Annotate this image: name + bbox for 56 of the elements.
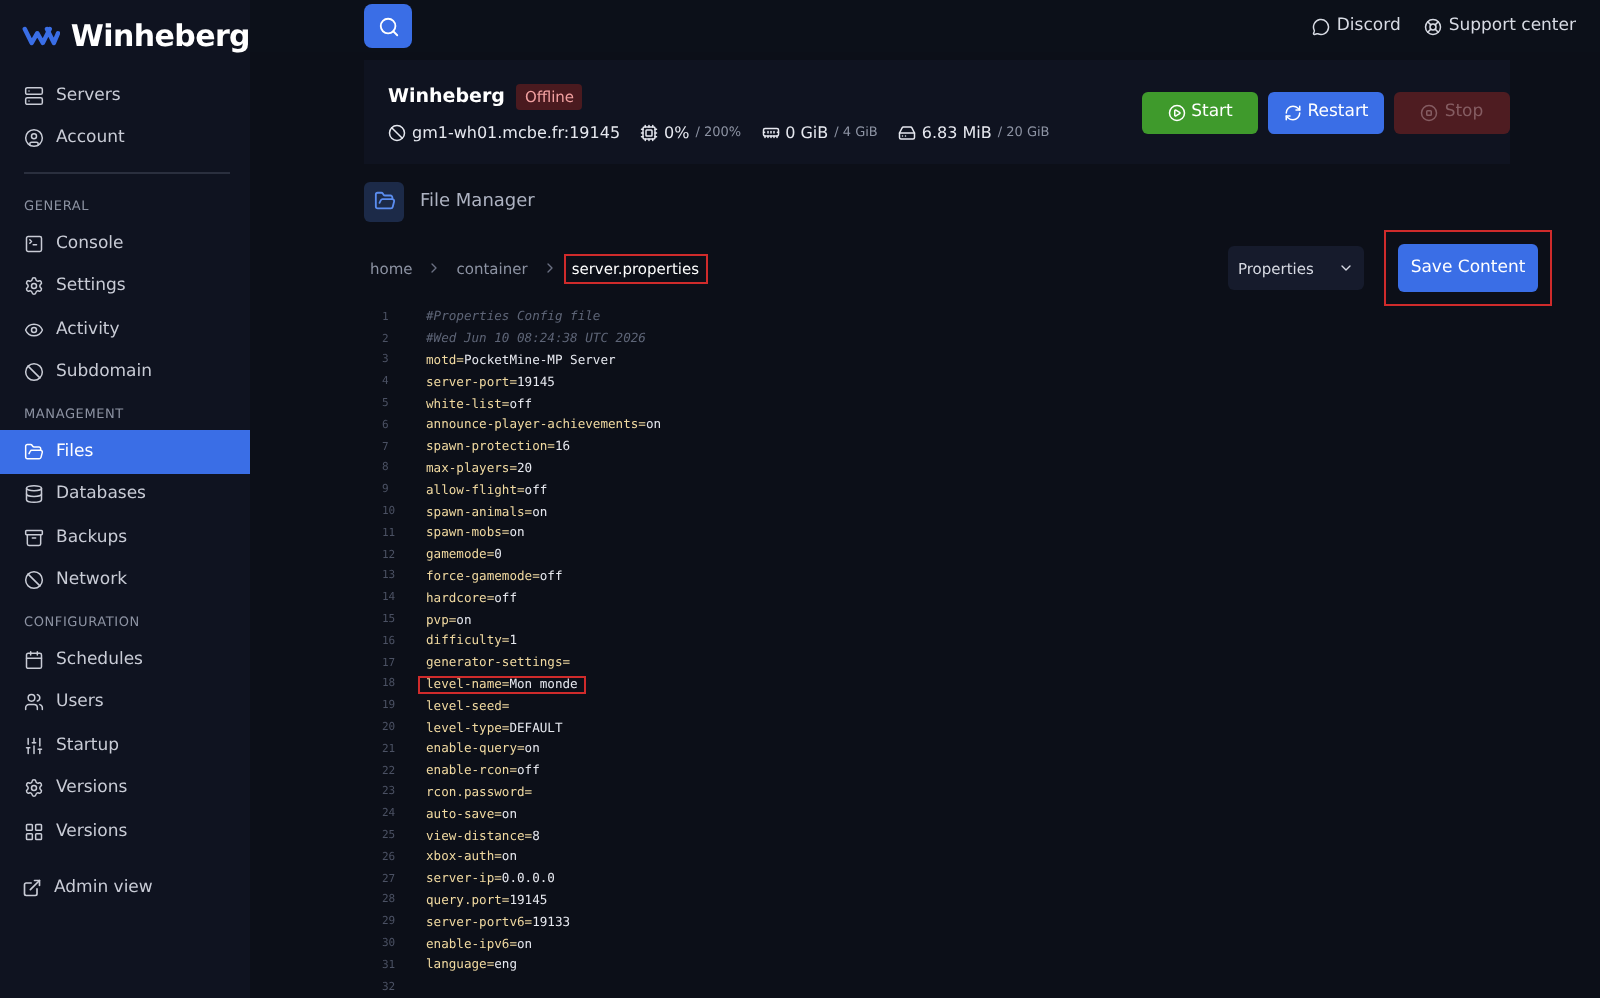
server-icon (24, 85, 44, 106)
restart-button[interactable]: Restart (1268, 91, 1384, 134)
lifebuoy-icon (1424, 17, 1443, 36)
user-circle-icon (24, 128, 44, 149)
sidebar-item[interactable]: Servers (0, 74, 250, 117)
section-title: File Manager (420, 191, 535, 212)
sidebar-item[interactable]: Settings (0, 265, 250, 308)
stat-value: 0 GiB (785, 123, 829, 142)
folder-icon (364, 181, 404, 222)
sliders-icon (24, 735, 44, 756)
search-icon (377, 15, 399, 38)
chat-icon (1312, 17, 1331, 36)
play-icon (1167, 103, 1186, 122)
sidebar-item[interactable]: Network (0, 559, 250, 602)
sidebar-item[interactable]: Backups (0, 516, 250, 559)
terminal-icon (24, 233, 44, 254)
database-icon (24, 484, 44, 505)
server-name: Winheberg (388, 85, 505, 108)
sidebar-item[interactable]: Subdomain (0, 351, 250, 394)
chevron-icon (1338, 260, 1354, 276)
sidebar-item[interactable]: Console (0, 222, 250, 265)
brand-name: Winheberg (70, 18, 250, 54)
top-link[interactable]: Support center (1424, 16, 1576, 37)
external-link-icon (22, 878, 42, 899)
refresh-icon (1283, 103, 1302, 122)
top-link[interactable]: Discord (1312, 16, 1401, 37)
grid-icon (24, 821, 44, 842)
sidebar-item[interactable]: Versions (0, 810, 250, 853)
sidebar-item[interactable]: Databases (0, 473, 250, 516)
folder-icon (24, 441, 44, 462)
search-button[interactable] (364, 4, 412, 49)
slashed-circle-icon (24, 362, 44, 383)
sidebar-item[interactable]: Versions (0, 767, 250, 810)
sidebar-item[interactable]: Startup (0, 724, 250, 767)
sidebar-item[interactable]: Users (0, 681, 250, 724)
start-button[interactable]: Start (1142, 91, 1258, 134)
sidebar-item[interactable]: Activity (0, 308, 250, 351)
eye-icon (24, 319, 44, 340)
archive-icon (24, 527, 44, 548)
save-button[interactable]: Save Content (1398, 244, 1538, 292)
chip-icon (640, 123, 659, 142)
admin-view-link[interactable]: Admin view (0, 867, 250, 910)
sidebar-item[interactable]: Account (0, 117, 250, 160)
memory-icon (761, 123, 780, 142)
gear-icon (24, 778, 44, 799)
stat-value: 0% (664, 123, 690, 142)
users-icon (24, 692, 44, 713)
stat-value: 6.83 MiB (921, 123, 992, 142)
slashed-circle-icon (24, 570, 44, 591)
stop-icon (1420, 103, 1439, 122)
calendar-icon (24, 649, 44, 670)
gear-icon (24, 276, 44, 297)
sidebar-item[interactable]: Schedules (0, 638, 250, 681)
slashed-circle-icon (388, 123, 406, 142)
stat-value: gm1-wh01.mcbe.fr:19145 (412, 123, 621, 142)
sidebar-item[interactable]: Files (0, 430, 250, 473)
